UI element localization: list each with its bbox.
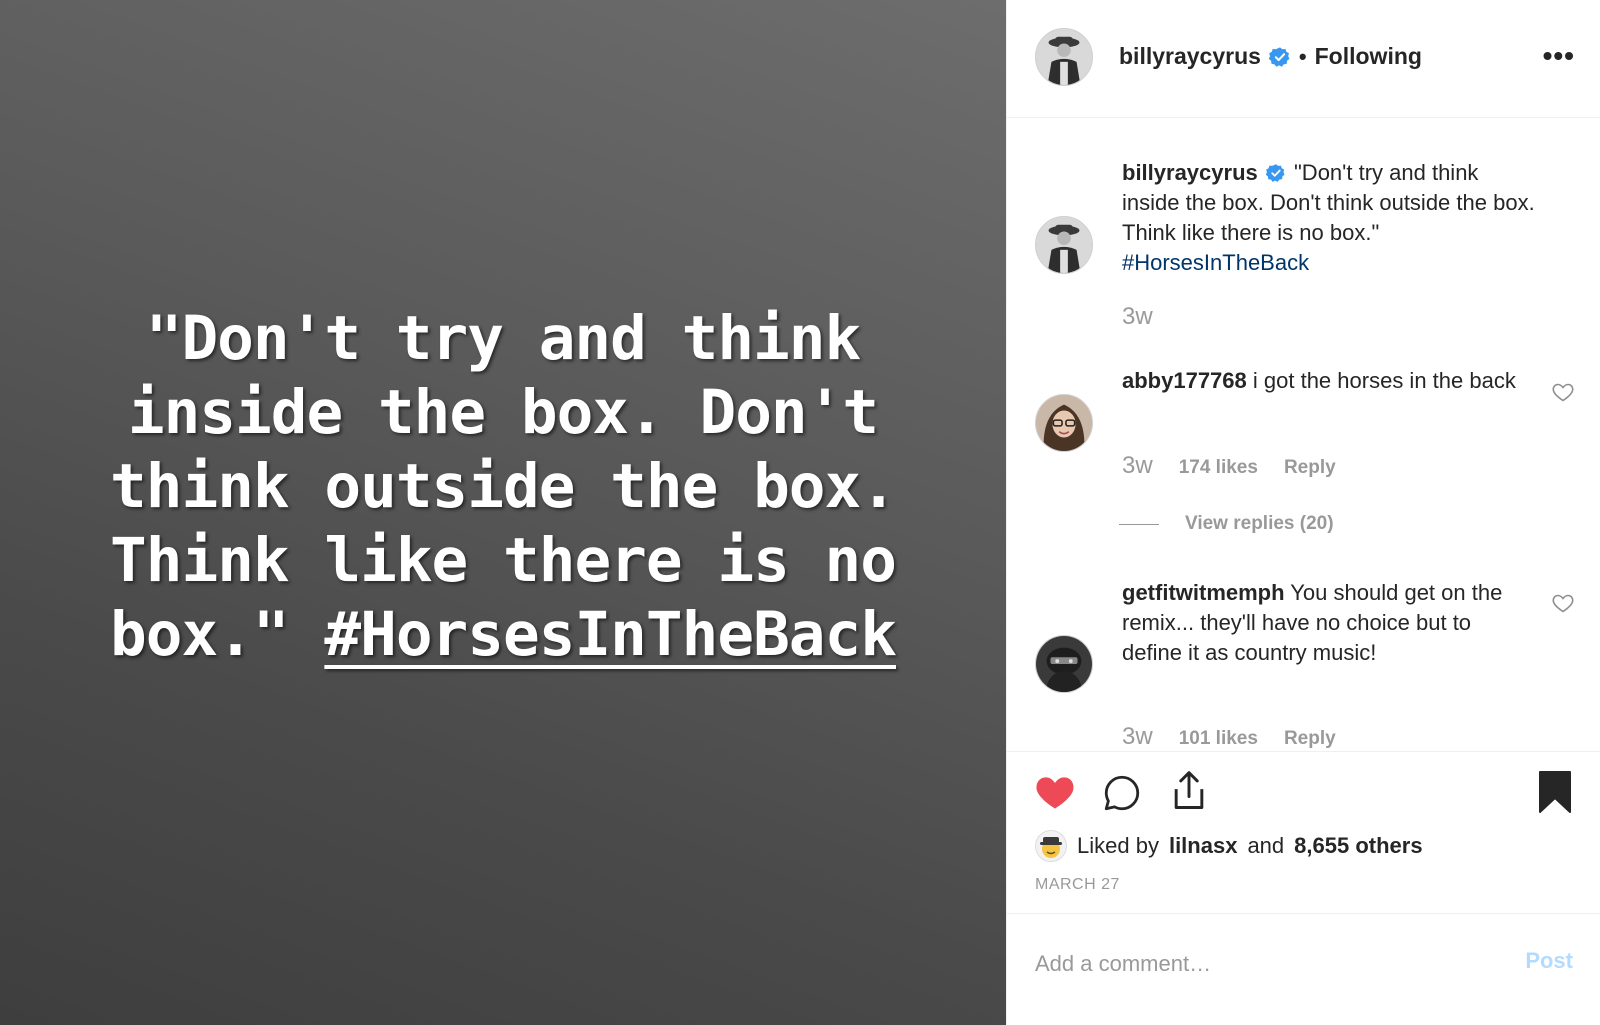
liked-by-user[interactable]: lilnasx	[1169, 833, 1237, 859]
caption-text: billyraycyrus "Don't try and think insid…	[1122, 158, 1537, 278]
comment-avatar[interactable]	[1035, 635, 1093, 693]
caption-author-avatar[interactable]	[1035, 216, 1093, 274]
comment-like-heart-icon[interactable]	[1551, 591, 1575, 615]
post-date[interactable]: MARCH 27	[1035, 876, 1120, 894]
commenter-avatar-image	[1036, 636, 1092, 692]
post-media[interactable]: "Don't try and think inside the box. Don…	[0, 0, 1006, 1025]
caption-username[interactable]: billyraycyrus	[1122, 160, 1258, 185]
liked-by-and: and	[1247, 833, 1285, 858]
comment-meta: 3w 174 likes Reply	[1122, 452, 1336, 480]
caption-verified-badge-icon	[1265, 164, 1285, 182]
more-options-icon[interactable]: •••	[1543, 40, 1575, 72]
caption-time[interactable]: 3w	[1122, 303, 1153, 331]
heart-icon[interactable]	[1033, 770, 1077, 814]
post-header: billyraycyrus • Following •••	[1007, 0, 1600, 118]
comment-icon[interactable]	[1101, 772, 1143, 814]
media-quote-text: "Don't try and think inside the box. Don…	[53, 302, 953, 672]
liker-avatar[interactable]	[1035, 830, 1067, 862]
comment-time[interactable]: 3w	[1122, 452, 1153, 480]
liker-avatar-image	[1040, 837, 1062, 858]
comment-likes-count[interactable]: 174 likes	[1179, 457, 1258, 479]
share-icon[interactable]	[1167, 768, 1211, 814]
view-replies-label: View replies (20)	[1185, 513, 1334, 534]
add-comment-bar: Post	[1007, 913, 1600, 1025]
comment-like-heart-icon[interactable]	[1551, 380, 1575, 404]
header-separator: •	[1298, 43, 1307, 69]
comment-reply-button[interactable]: Reply	[1284, 728, 1336, 750]
comment-text: getfitwitmemph You should get on the rem…	[1122, 578, 1537, 668]
comment-avatar[interactable]	[1035, 394, 1093, 452]
commenter-avatar-image	[1036, 395, 1092, 451]
replies-divider-line	[1119, 523, 1159, 525]
caption-avatar-image	[1036, 217, 1092, 273]
header-username[interactable]: billyraycyrus	[1119, 43, 1261, 70]
comment-text: abby177768 i got the horses in the back	[1122, 366, 1537, 396]
media-hashtag: #HorsesInTheBack	[324, 598, 897, 670]
comment-username[interactable]: getfitwitmemph	[1122, 580, 1285, 605]
following-button[interactable]: Following	[1315, 43, 1422, 70]
liked-by-others[interactable]: 8,655 others	[1294, 833, 1422, 859]
comment-time[interactable]: 3w	[1122, 723, 1153, 751]
comment-meta: 3w 101 likes Reply	[1122, 723, 1336, 751]
liked-by-prefix: Liked by	[1077, 833, 1159, 858]
liked-by-line: Liked by lilnasx and 8,655 others	[1035, 830, 1423, 862]
comment-reply-button[interactable]: Reply	[1284, 457, 1336, 479]
author-avatar[interactable]	[1035, 28, 1093, 86]
bookmark-icon[interactable]	[1537, 770, 1573, 814]
view-replies-button[interactable]: View replies (20)	[1119, 513, 1334, 535]
header-user-line: billyraycyrus • Following	[1119, 43, 1422, 70]
post-sidebar: billyraycyrus • Following ••• billyraycy…	[1006, 0, 1600, 1025]
verified-badge-icon	[1268, 46, 1290, 67]
comment-likes-count[interactable]: 101 likes	[1179, 728, 1258, 750]
add-comment-input[interactable]	[1035, 944, 1475, 984]
comments-list[interactable]: billyraycyrus "Don't try and think insid…	[1007, 119, 1600, 751]
caption-hashtag[interactable]: #HorsesInTheBack	[1122, 250, 1309, 275]
author-avatar-image	[1036, 29, 1092, 85]
post-actions: Liked by lilnasx and 8,655 others MARCH …	[1007, 751, 1600, 913]
comment-username[interactable]: abby177768	[1122, 368, 1247, 393]
post-comment-button[interactable]: Post	[1525, 948, 1573, 974]
comment-body: i got the horses in the back	[1252, 368, 1516, 393]
caption-meta: 3w	[1122, 303, 1153, 331]
